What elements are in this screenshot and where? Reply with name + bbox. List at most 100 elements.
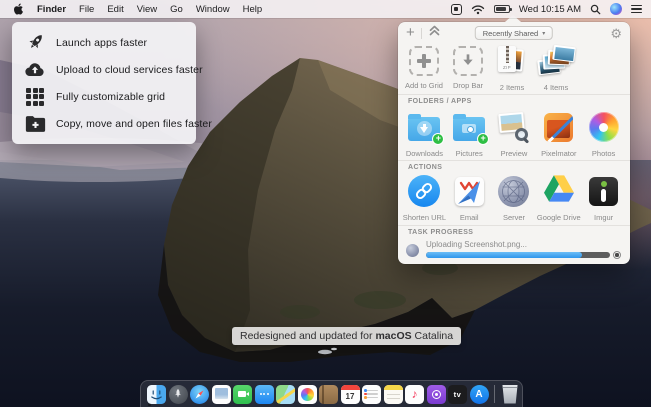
actions-row: Shorten URL Email Server Google Drive: [402, 174, 626, 222]
drop-grid-row: Add to Grid Drop Bar ZIP 2 Items 4 Items: [402, 46, 578, 92]
dock-mail-icon[interactable]: [212, 385, 231, 404]
collapse-chevrons-icon[interactable]: [428, 24, 441, 42]
menubar-clock[interactable]: Wed 10:15 AM: [519, 4, 581, 15]
menu-view[interactable]: View: [137, 4, 157, 15]
gear-icon[interactable]: ⚙: [610, 27, 622, 40]
feature-copy: Copy, move and open files faster: [12, 110, 196, 137]
plus-badge-icon: +: [477, 133, 489, 145]
pixelmator-item[interactable]: Pixelmator: [536, 110, 581, 158]
server-globe-icon: [498, 176, 529, 207]
menu-help[interactable]: Help: [243, 4, 263, 15]
add-to-grid-cell[interactable]: Add to Grid: [402, 46, 446, 92]
spotlight-search-icon[interactable]: [590, 4, 601, 15]
dock-reminders-icon[interactable]: [362, 385, 381, 404]
zip-files-icon: ZIP: [497, 46, 527, 78]
drop-bar-icon: [453, 46, 483, 76]
photos-item[interactable]: Photos: [581, 110, 626, 158]
cloud-upload-icon: [24, 59, 46, 81]
dock-calendar-icon[interactable]: 17: [341, 385, 360, 404]
finder-running-indicator: [148, 404, 151, 407]
imgur-action[interactable]: Imgur: [581, 174, 626, 222]
dock-maps-icon[interactable]: [276, 385, 295, 404]
preview-app-icon: [499, 112, 529, 142]
menu-window[interactable]: Window: [196, 4, 230, 15]
server-action[interactable]: Server: [492, 174, 537, 222]
battery-icon[interactable]: [494, 5, 510, 13]
dock-trash-icon[interactable]: [501, 385, 520, 404]
photo-stack-icon: [536, 46, 576, 78]
dock: 17 ♪ tv A: [140, 380, 523, 407]
plus-badge-icon: +: [432, 133, 444, 145]
dropzone-panel: + Recently Shared ▾ ⚙ Add to Grid Drop B…: [398, 22, 630, 264]
email-action[interactable]: Email: [447, 174, 492, 222]
dock-messages-icon[interactable]: [255, 385, 274, 404]
notification-center-icon[interactable]: [631, 5, 642, 13]
drop-bar-cell[interactable]: Drop Bar: [446, 46, 490, 92]
mail-app-icon: [455, 177, 484, 206]
feature-label: Fully customizable grid: [56, 91, 165, 103]
cancel-upload-button[interactable]: [613, 251, 621, 259]
link-icon: [408, 175, 440, 207]
task-server-icon: [406, 244, 419, 257]
dock-finder-icon[interactable]: [147, 385, 166, 404]
section-divider: [398, 94, 630, 95]
menu-go[interactable]: Go: [170, 4, 183, 15]
caption-pill: Redesigned and updated for macOS Catalin…: [232, 327, 461, 345]
folder-plus-icon: [24, 113, 46, 135]
menu-bar: Finder File Edit View Go Window Help Wed…: [0, 0, 651, 18]
two-items-cell[interactable]: ZIP 2 Items: [490, 46, 534, 92]
task-progress-header: TASK PROGRESS: [408, 229, 473, 236]
actions-header: ACTIONS: [408, 164, 442, 171]
section-divider: [398, 225, 630, 226]
grid-icon: [24, 86, 46, 108]
shorten-url-action[interactable]: Shorten URL: [402, 174, 447, 222]
feature-label: Launch apps faster: [56, 37, 147, 49]
downloads-folder-icon: +: [408, 117, 440, 141]
caption-emphasis: macOS: [375, 330, 411, 342]
caption-prefix: Redesigned and updated for: [240, 330, 375, 342]
feature-label: Copy, move and open files faster: [56, 118, 212, 130]
toolbar-divider: [421, 28, 422, 39]
google-drive-action[interactable]: Google Drive: [536, 174, 581, 222]
desktop: Finder File Edit View Go Window Help Wed…: [0, 0, 651, 407]
google-drive-icon: [544, 175, 574, 207]
rocket-icon: [24, 32, 46, 54]
dock-launchpad-icon[interactable]: [169, 385, 188, 404]
pictures-folder-icon: +: [453, 117, 485, 141]
dock-contacts-icon[interactable]: [319, 385, 338, 404]
siri-icon[interactable]: [610, 3, 622, 15]
dock-podcasts-icon[interactable]: [427, 385, 446, 404]
caption-suffix: Catalina: [412, 330, 453, 342]
menu-finder[interactable]: Finder: [37, 4, 66, 15]
apple-menu-icon[interactable]: [13, 3, 24, 16]
feature-upload: Upload to cloud services faster: [12, 56, 196, 83]
view-selector-dropdown[interactable]: Recently Shared ▾: [475, 26, 553, 40]
folders-apps-header: FOLDERS / APPS: [408, 98, 472, 105]
folders-apps-row: + Downloads + Pictures Preview Pixelmato: [402, 110, 626, 158]
panel-toolbar: + Recently Shared ▾ ⚙: [398, 22, 630, 44]
preview-item[interactable]: Preview: [492, 110, 537, 158]
dock-notes-icon[interactable]: [384, 385, 403, 404]
menu-edit[interactable]: Edit: [107, 4, 123, 15]
view-selector-label: Recently Shared: [483, 29, 538, 38]
downloads-item[interactable]: + Downloads: [402, 110, 447, 158]
pictures-item[interactable]: + Pictures: [447, 110, 492, 158]
add-icon[interactable]: +: [406, 25, 415, 40]
dock-appstore-icon[interactable]: A: [470, 385, 489, 404]
dock-photos-icon[interactable]: [298, 385, 317, 404]
dock-music-icon[interactable]: ♪: [405, 385, 424, 404]
upload-progress-bar: [426, 252, 610, 258]
feature-launch: Launch apps faster: [12, 29, 196, 56]
wifi-icon[interactable]: [471, 4, 485, 15]
add-to-grid-icon: [409, 46, 439, 76]
four-items-cell[interactable]: 4 Items: [534, 46, 578, 92]
dock-divider: [494, 385, 495, 403]
feature-label: Upload to cloud services faster: [56, 64, 203, 76]
dock-facetime-icon[interactable]: [233, 385, 252, 404]
upload-task-label: Uploading Screenshot.png...: [426, 240, 527, 249]
chevron-down-icon: ▾: [542, 30, 545, 37]
menu-file[interactable]: File: [79, 4, 94, 15]
dock-safari-icon[interactable]: [190, 385, 209, 404]
dropzone-menubar-icon[interactable]: [451, 4, 462, 15]
dock-tv-icon[interactable]: tv: [448, 385, 467, 404]
